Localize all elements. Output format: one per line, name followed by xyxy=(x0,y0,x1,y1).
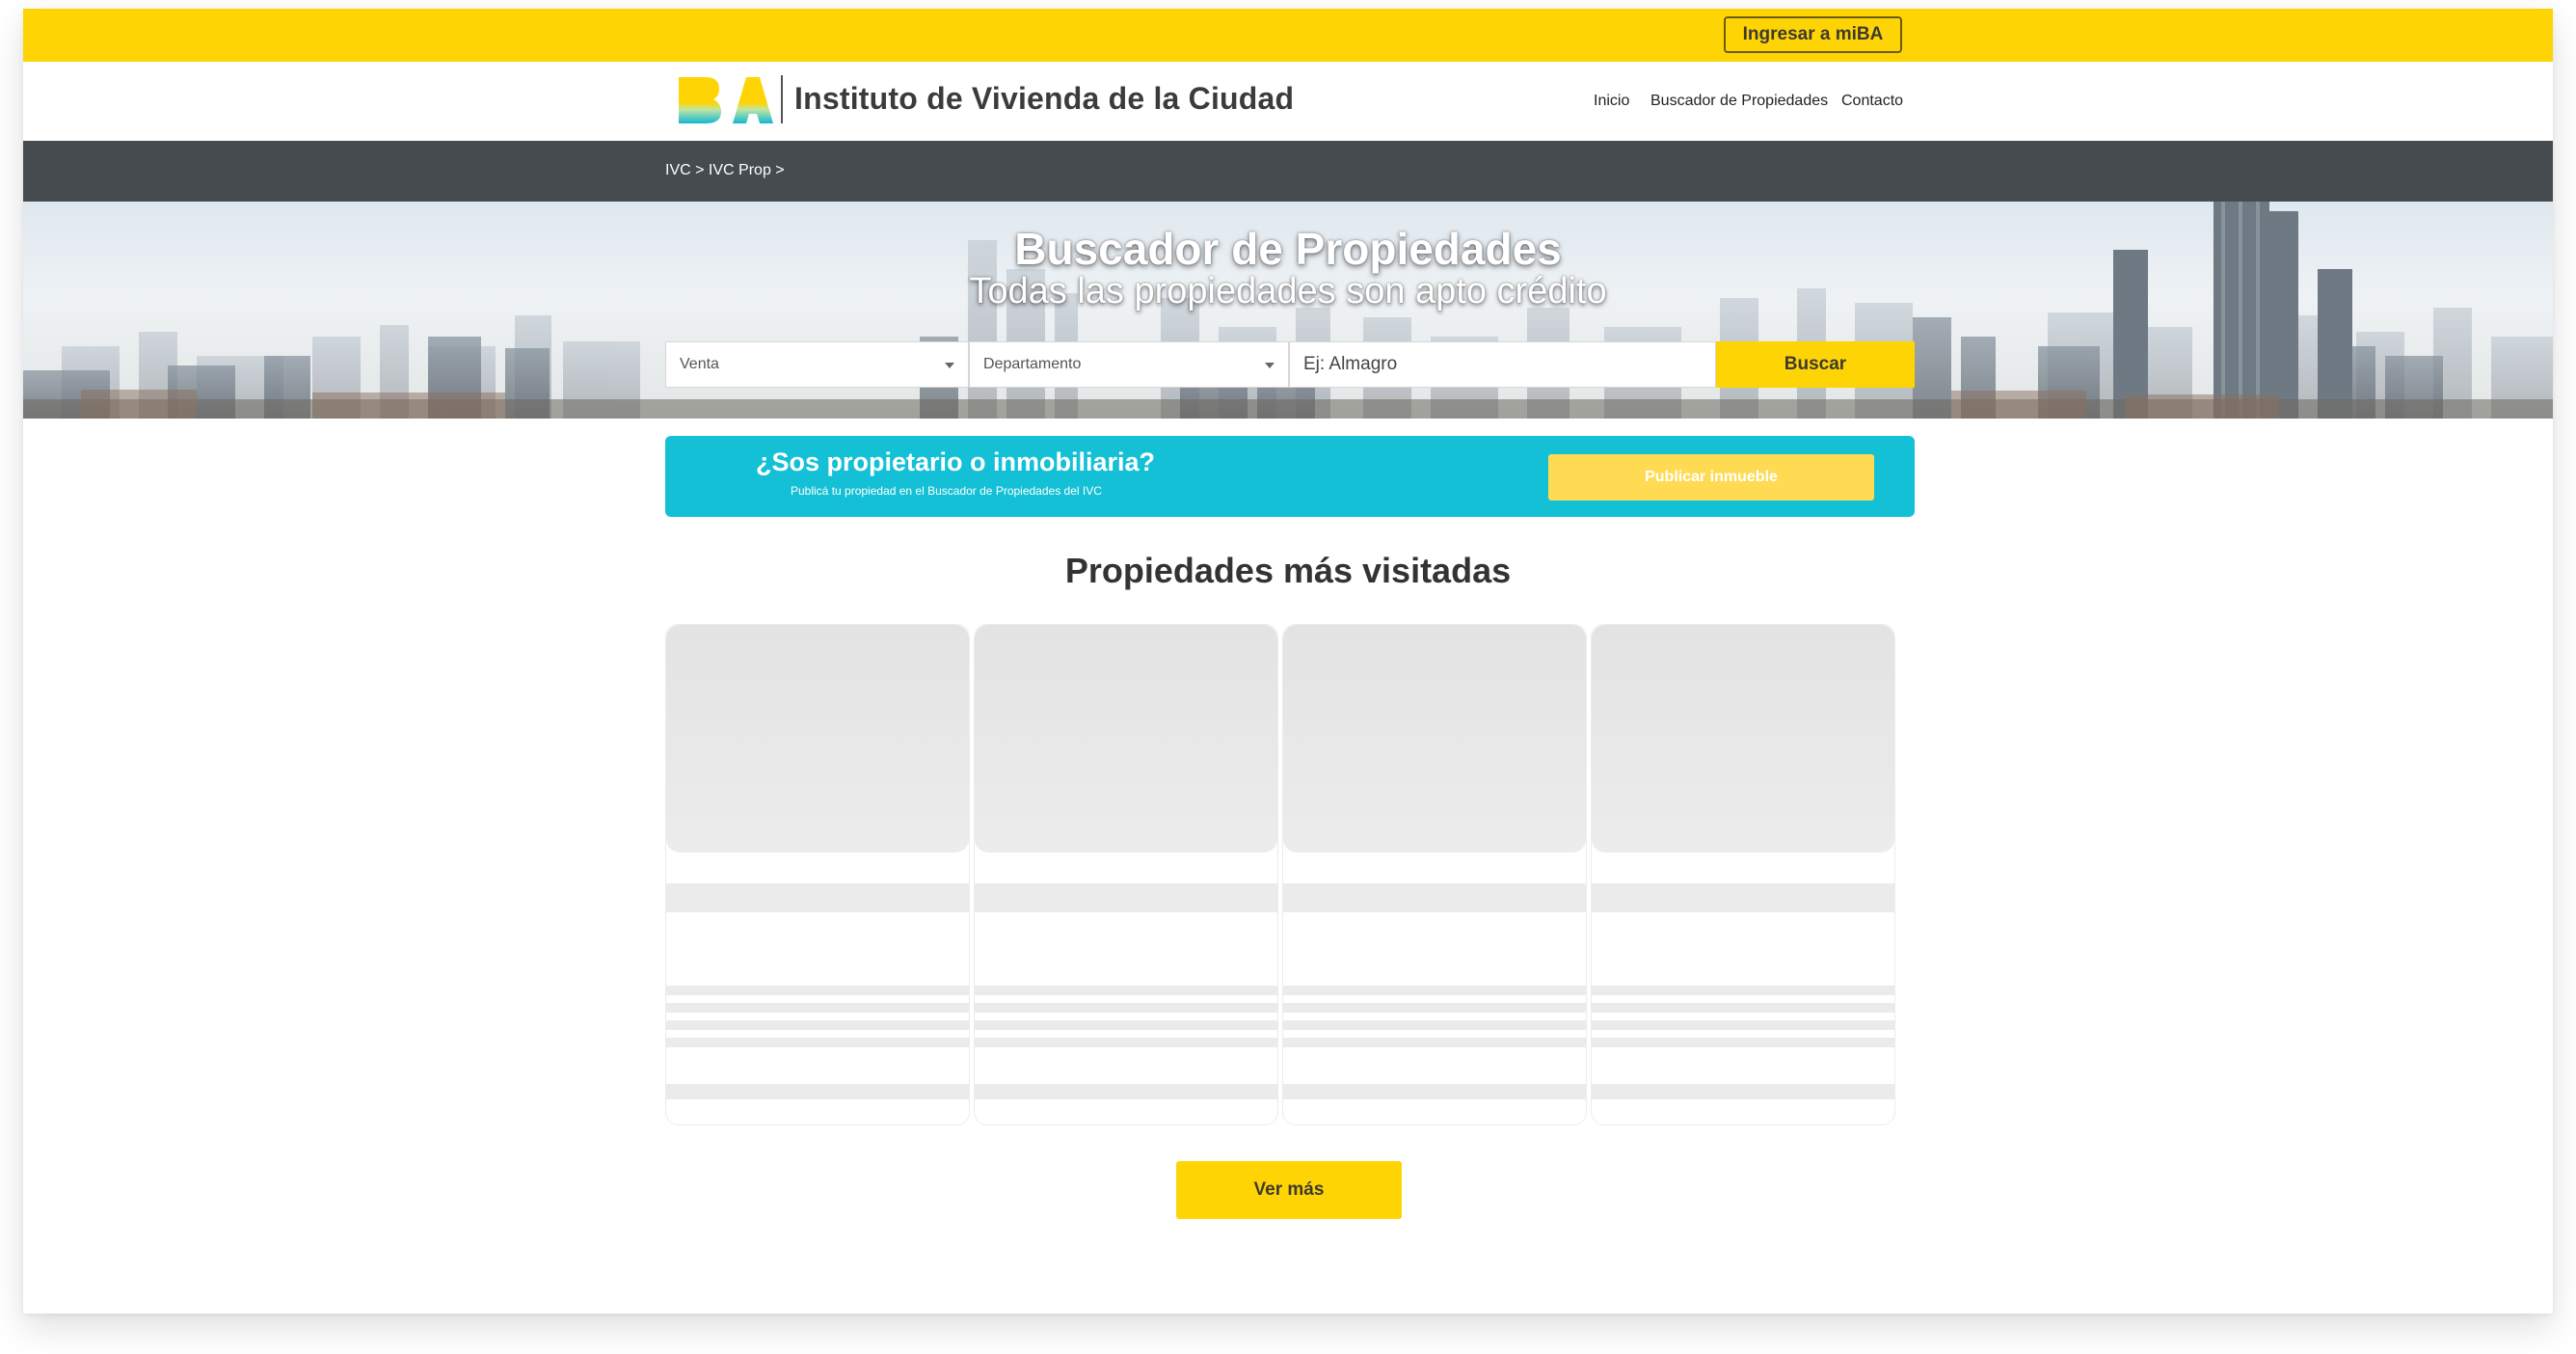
nav-contacto[interactable]: Contacto xyxy=(1841,93,1903,110)
property-card-placeholder[interactable] xyxy=(1591,624,1895,1125)
logo-divider xyxy=(781,75,783,123)
card-line-placeholder xyxy=(666,1020,969,1030)
card-line-placeholder xyxy=(1283,1003,1586,1013)
site-header: Instituto de Vivienda de la Ciudad Inici… xyxy=(23,62,2553,141)
hero: Buscador de Propiedades Todas las propie… xyxy=(23,202,2553,419)
search-button[interactable]: Buscar xyxy=(1716,341,1915,388)
card-line-placeholder xyxy=(666,986,969,995)
breadcrumb-bar: IVC > IVC Prop > xyxy=(23,141,2553,202)
nav-inicio[interactable]: Inicio xyxy=(1594,93,1629,110)
search-bar: Venta Departamento Buscar xyxy=(665,341,1915,388)
card-footer-placeholder xyxy=(1592,1084,1894,1099)
property-card-placeholder[interactable] xyxy=(974,624,1278,1125)
card-title-placeholder xyxy=(666,883,969,912)
card-line-placeholder xyxy=(1592,1003,1894,1013)
ba-logo[interactable] xyxy=(677,73,773,127)
card-line-placeholder xyxy=(975,986,1277,995)
site-title[interactable]: Instituto de Vivienda de la Ciudad xyxy=(794,81,1294,117)
card-line-placeholder xyxy=(1283,1020,1586,1030)
see-more-button[interactable]: Ver más xyxy=(1176,1161,1402,1219)
chevron-down-icon xyxy=(1265,363,1275,368)
card-line-placeholder xyxy=(666,1038,969,1047)
breadcrumb-separator: > xyxy=(695,162,705,178)
promo-title: ¿Sos propietario o inmobiliaria? xyxy=(756,447,1156,476)
card-line-placeholder xyxy=(666,1003,969,1013)
operation-select-value: Venta xyxy=(680,356,719,372)
owner-promo-banner: ¿Sos propietario o inmobiliaria? Publicá… xyxy=(665,436,1915,517)
property-card-placeholder[interactable] xyxy=(665,624,970,1125)
card-line-placeholder xyxy=(1283,986,1586,995)
breadcrumb-separator: > xyxy=(775,162,785,178)
card-line-placeholder xyxy=(975,1020,1277,1030)
breadcrumb: IVC > IVC Prop > xyxy=(665,162,785,179)
hero-subtitle: Todas las propiedades son apto crédito xyxy=(969,271,1607,311)
card-image-placeholder xyxy=(1283,625,1586,853)
chevron-down-icon xyxy=(945,363,954,368)
operation-select[interactable]: Venta xyxy=(665,341,969,388)
card-title-placeholder xyxy=(1283,883,1586,912)
property-type-select[interactable]: Departamento xyxy=(969,341,1289,388)
card-image-placeholder xyxy=(666,625,969,853)
card-image-placeholder xyxy=(975,625,1277,853)
nav-buscador-de-propiedades[interactable]: Buscador de Propiedades xyxy=(1650,93,1828,110)
card-footer-placeholder xyxy=(1283,1084,1586,1099)
property-card-placeholder[interactable] xyxy=(1282,624,1587,1125)
card-title-placeholder xyxy=(975,883,1277,912)
card-footer-placeholder xyxy=(666,1084,969,1099)
card-title-placeholder xyxy=(1592,883,1894,912)
card-line-placeholder xyxy=(975,1003,1277,1013)
card-line-placeholder xyxy=(1592,1020,1894,1030)
publish-property-button[interactable]: Publicar inmueble xyxy=(1548,454,1874,501)
card-line-placeholder xyxy=(1283,1038,1586,1047)
card-line-placeholder xyxy=(1592,986,1894,995)
property-type-select-value: Departamento xyxy=(983,356,1082,372)
login-button[interactable]: Ingresar a miBA xyxy=(1724,16,1902,53)
card-footer-placeholder xyxy=(975,1084,1277,1099)
section-title: Propiedades más visitadas xyxy=(1064,551,1512,590)
page: Ingresar a miBA Instituto de Vivienda de… xyxy=(23,9,2553,1313)
breadcrumb-ivc[interactable]: IVC xyxy=(665,162,691,178)
promo-subtitle: Publicá tu propiedad en el Buscador de P… xyxy=(791,484,1102,498)
card-line-placeholder xyxy=(1592,1038,1894,1047)
hero-title: Buscador de Propiedades xyxy=(1014,224,1562,274)
card-image-placeholder xyxy=(1592,625,1894,853)
location-search-input[interactable] xyxy=(1289,341,1716,388)
card-line-placeholder xyxy=(975,1038,1277,1047)
breadcrumb-ivc-prop[interactable]: IVC Prop xyxy=(709,162,771,178)
top-bar: Ingresar a miBA xyxy=(23,9,2553,62)
